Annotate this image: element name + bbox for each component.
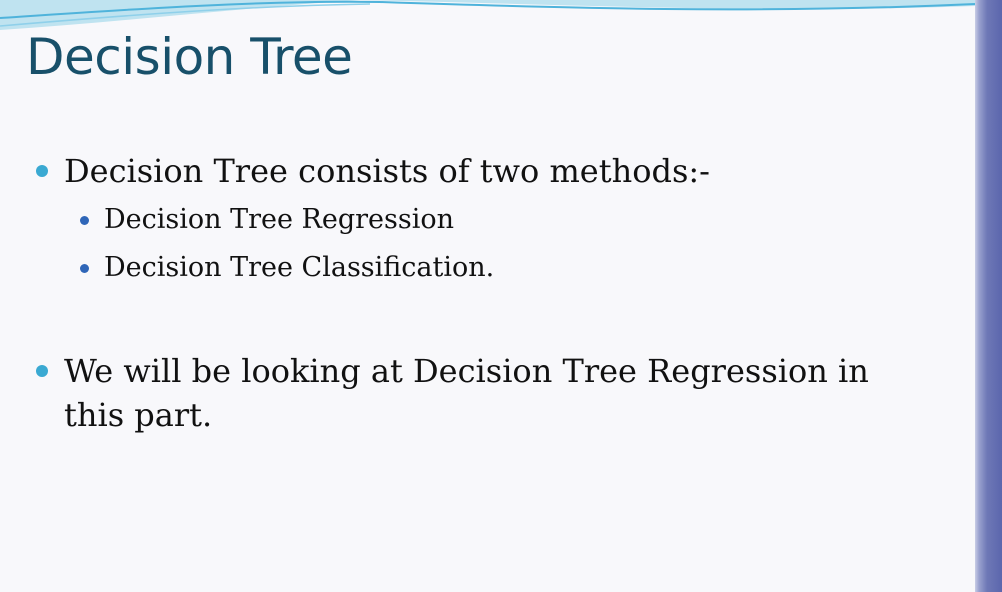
sub-bullet-dot-icon — [80, 216, 89, 225]
bullet-item: Decision Tree consists of two methods:- — [36, 149, 924, 193]
sub-bullet-dot-icon — [80, 264, 89, 273]
sub-bullet-text: Decision Tree Regression — [104, 204, 455, 235]
right-border-decoration — [975, 0, 1002, 592]
sub-bullet-item: Decision Tree Classification. — [80, 250, 904, 286]
bullet-item: We will be looking at Decision Tree Regr… — [36, 349, 924, 437]
slide: Decision Tree Decision Tree consists of … — [0, 0, 975, 592]
sub-bullet-text: Decision Tree Classification. — [104, 252, 495, 283]
bullet-text: Decision Tree consists of two methods:- — [64, 152, 710, 190]
bullet-text: We will be looking at Decision Tree Regr… — [64, 352, 869, 434]
bullet-dot-icon — [36, 365, 48, 377]
sub-bullet-item: Decision Tree Regression — [80, 202, 904, 238]
bullet-dot-icon — [36, 165, 48, 177]
slide-content: Decision Tree consists of two methods:- … — [0, 0, 975, 592]
